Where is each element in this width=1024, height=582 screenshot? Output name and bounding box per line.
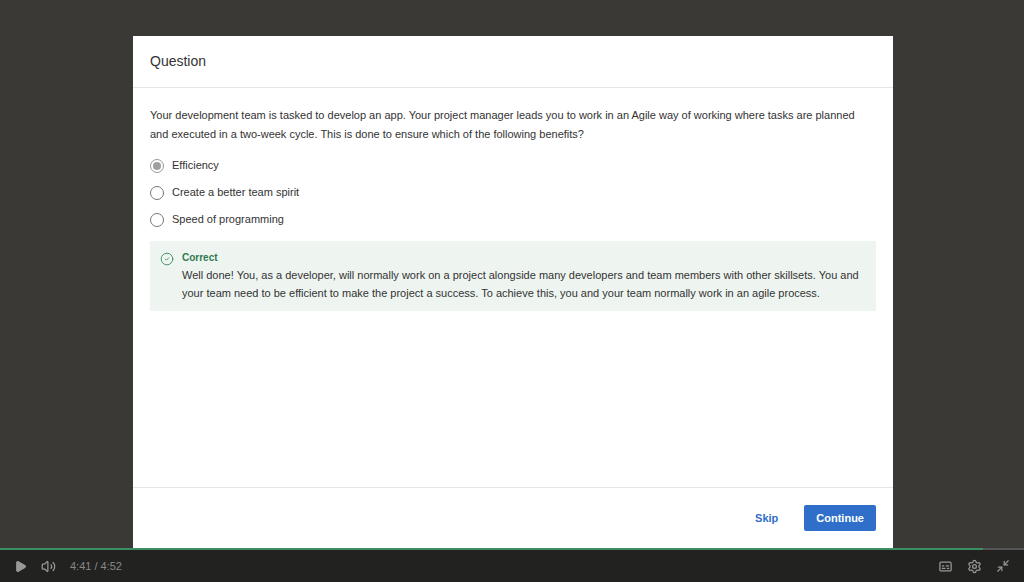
- radio-button[interactable]: [150, 186, 164, 200]
- modal-header: Question: [133, 36, 893, 88]
- option[interactable]: Efficiency: [150, 156, 876, 175]
- radio-button[interactable]: [150, 159, 164, 173]
- feedback-box: CorrectWell done! You, as a developer, w…: [150, 241, 876, 311]
- options: Efficiency Create a better team spirit Spe…: [150, 156, 876, 229]
- radio-button[interactable]: [150, 213, 164, 227]
- continue-button[interactable]: Continue: [804, 505, 876, 531]
- captions-icon[interactable]: [938, 559, 953, 574]
- skip-button[interactable]: Skip: [751, 505, 782, 531]
- question-modal: Question Your development team is tasked …: [133, 36, 893, 548]
- time-display: 4:41 / 4:52: [70, 558, 122, 575]
- feedback-status: Correct: [182, 250, 866, 266]
- gear-icon[interactable]: [967, 559, 982, 574]
- video-area: Question Your development team is tasked …: [0, 0, 1024, 548]
- modal-footer: Skip Continue: [133, 487, 893, 548]
- fullscreen-exit-icon[interactable]: [996, 559, 1010, 573]
- option[interactable]: Speed of programming: [150, 210, 876, 229]
- progress-track[interactable]: [0, 548, 1024, 550]
- modal-body: Your development team is tasked to devel…: [133, 88, 893, 487]
- progress-fill: [0, 548, 983, 550]
- modal-title: Question: [150, 51, 206, 72]
- option-label: Speed of programming: [172, 211, 284, 228]
- check-icon: [160, 252, 174, 266]
- feedback-message: Well done! You, as a developer, will nor…: [182, 266, 866, 302]
- play-icon[interactable]: [14, 560, 27, 573]
- video-player: Question Your development team is tasked …: [0, 0, 1024, 582]
- volume-icon[interactable]: [41, 559, 56, 574]
- option-label: Create a better team spirit: [172, 184, 299, 201]
- control-bar: 4:41 / 4:52: [0, 548, 1024, 582]
- option[interactable]: Create a better team spirit: [150, 183, 876, 202]
- option-label: Efficiency: [172, 157, 219, 174]
- question-text: Your development team is tasked to devel…: [150, 106, 876, 144]
